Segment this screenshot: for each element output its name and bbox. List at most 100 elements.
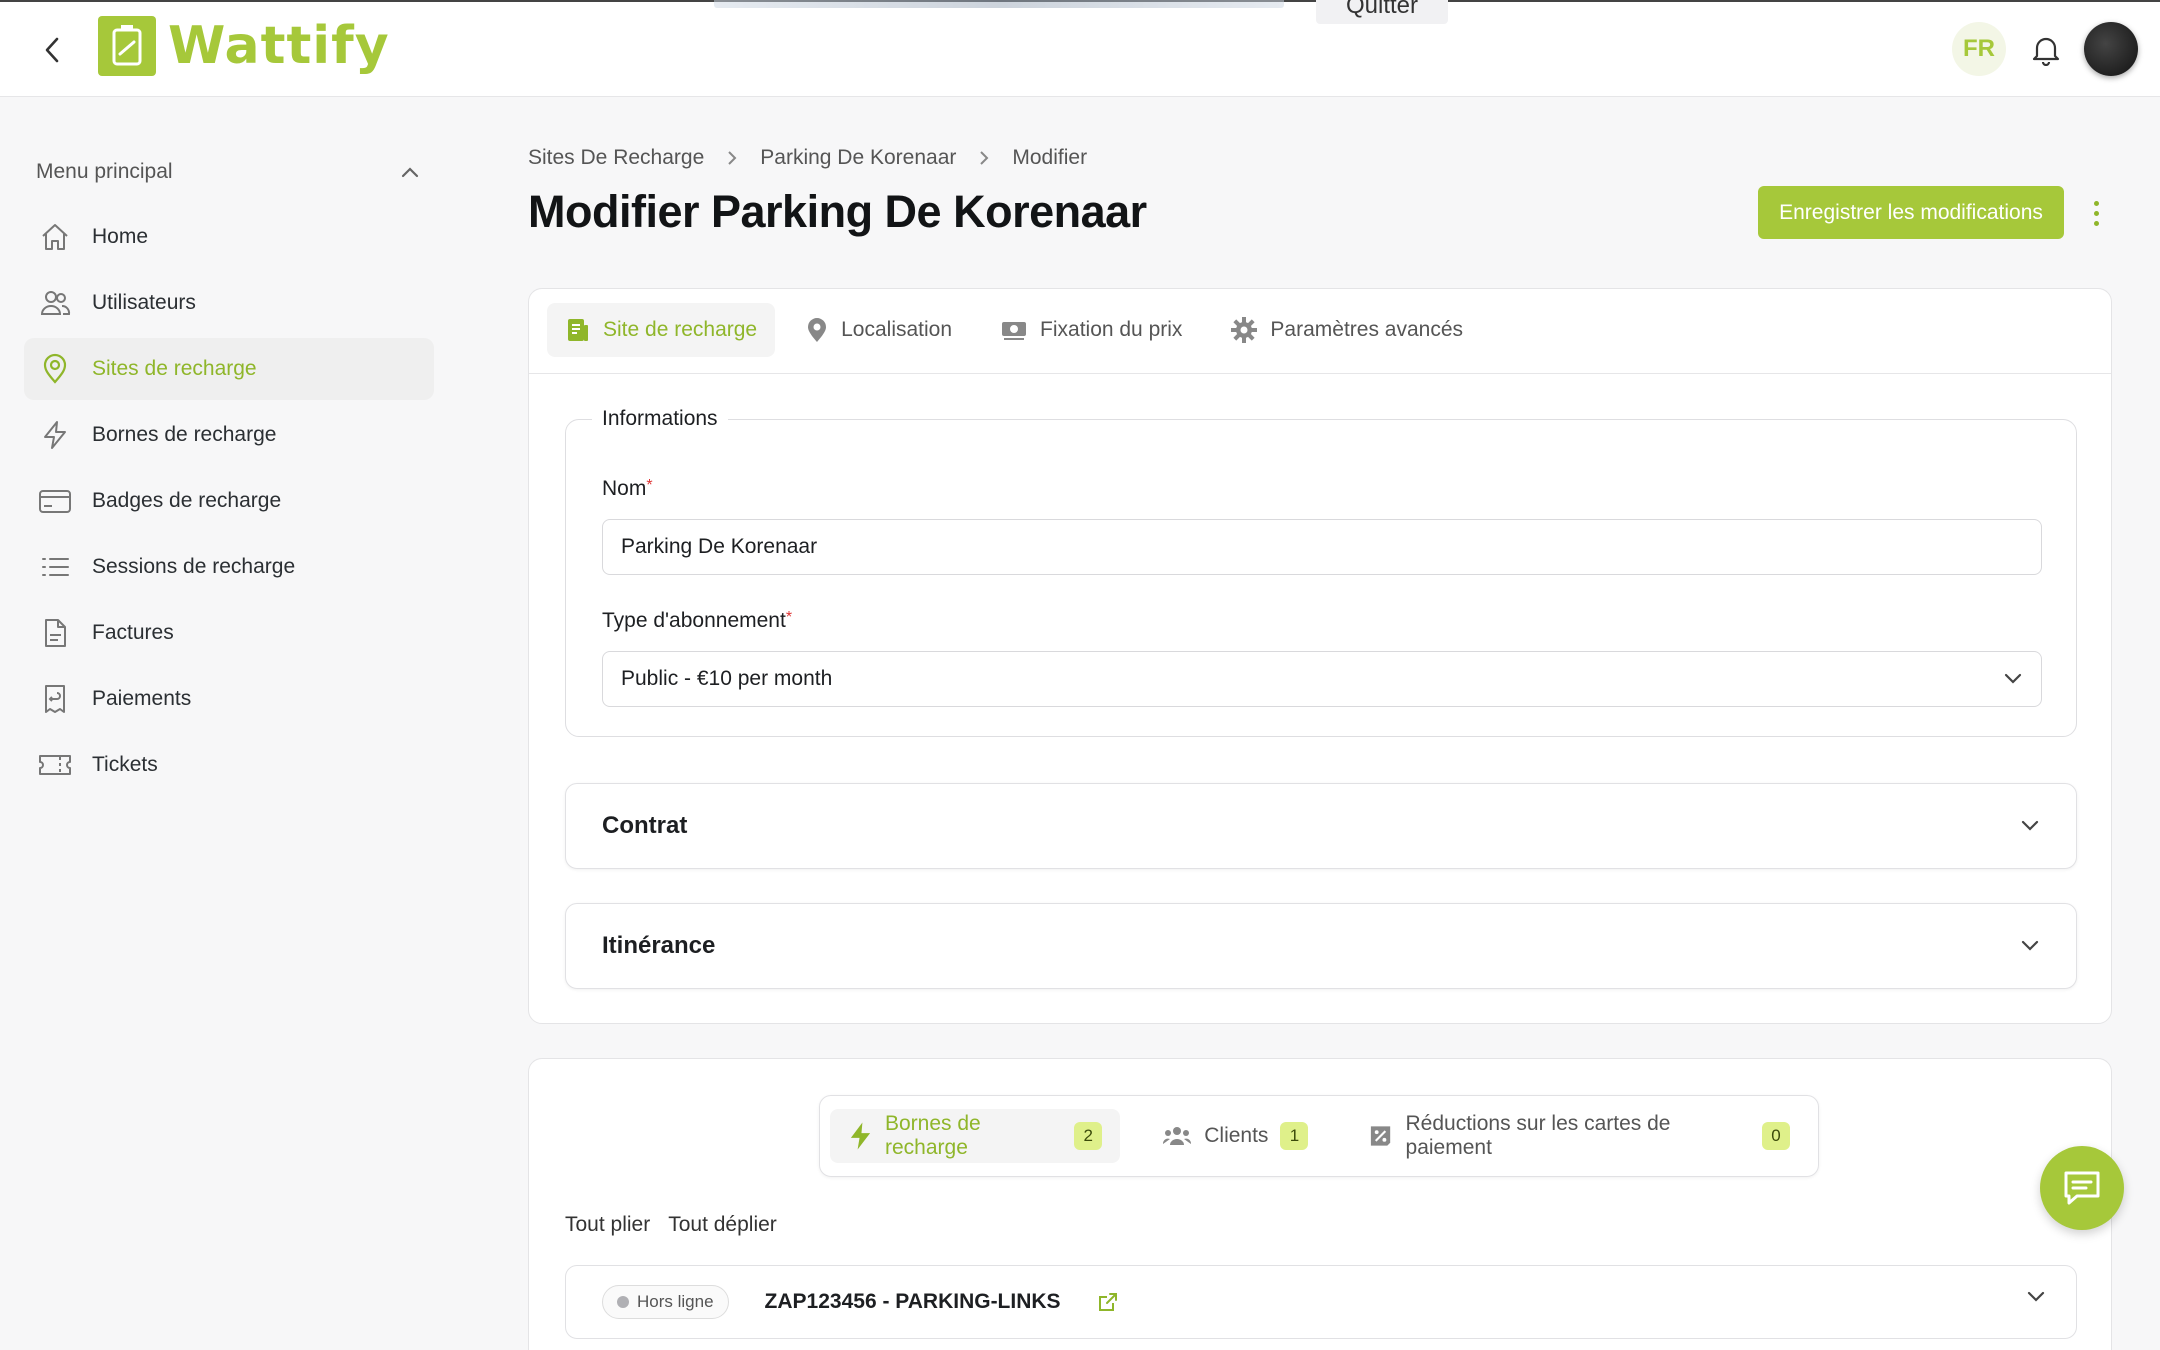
sub-tab-clients[interactable]: Clients 1 [1144, 1109, 1326, 1163]
sidebar-item-tickets[interactable]: Tickets [24, 734, 434, 796]
sidebar-item-charging-sites[interactable]: Sites de recharge [24, 338, 434, 400]
accordion-roaming[interactable]: Itinérance [565, 903, 2077, 989]
name-label-text: Nom [602, 477, 647, 500]
users-icon [1163, 1127, 1192, 1145]
sidebar-item-payments[interactable]: Paiements [24, 668, 434, 730]
station-row[interactable]: Hors ligne ZAP123456 - PARKING-LINKS [565, 1265, 2077, 1339]
save-changes-button[interactable]: Enregistrer les modifications [1758, 186, 2064, 239]
external-link-icon[interactable] [1097, 1291, 1119, 1313]
sidebar-item-charging-badges[interactable]: Badges de recharge [24, 470, 434, 532]
bell-icon [2032, 37, 2060, 66]
chevron-down-icon [2021, 820, 2039, 831]
card-icon [38, 484, 72, 518]
brand-logo[interactable]: Wattify [98, 16, 390, 76]
menu-title: Menu principal [36, 160, 173, 183]
more-options-button[interactable] [2084, 196, 2108, 230]
name-label: Nom* [602, 477, 653, 501]
collapse-all-link[interactable]: Tout plier [565, 1213, 650, 1237]
station-name: ZAP123456 - PARKING-LINKS [764, 1290, 1061, 1313]
subscription-select-value: Public - €10 per month [621, 667, 833, 690]
chevron-right-icon [980, 151, 989, 165]
list-icon [38, 550, 72, 584]
tab-bar: Site de recharge Localisation Fixation d… [547, 303, 1481, 357]
sidebar-item-label: Utilisateurs [92, 291, 196, 314]
expand-all-link[interactable]: Tout déplier [668, 1213, 777, 1237]
subscription-select[interactable]: Public - €10 per month [602, 651, 2042, 707]
sidebar-item-charging-stations[interactable]: Bornes de recharge [24, 404, 434, 466]
map-pin-icon [38, 352, 72, 386]
chevron-left-icon [45, 37, 59, 63]
required-mark: * [646, 477, 653, 494]
discount-icon [1371, 1126, 1391, 1146]
tab-advanced-settings[interactable]: Paramètres avancés [1212, 303, 1481, 357]
sidebar-item-home[interactable]: Home [24, 206, 434, 268]
tab-location[interactable]: Localisation [787, 303, 970, 357]
status-badge: Hors ligne [602, 1285, 729, 1319]
sub-tab-bar: Bornes de recharge 2 Clients 1 Réduction… [819, 1095, 1819, 1177]
sidebar-item-invoices[interactable]: Factures [24, 602, 434, 664]
sidebar-item-label: Sessions de recharge [92, 555, 296, 578]
tabs-divider [529, 373, 2111, 374]
document-icon [38, 616, 72, 650]
page-title: Modifier Parking De Korenaar [528, 186, 1147, 237]
ticket-icon [38, 748, 72, 782]
blurred-banner [714, 0, 1284, 8]
required-mark: * [785, 609, 793, 626]
top-bar: Wattify Quitter FR [0, 0, 2160, 97]
chat-button[interactable] [2040, 1146, 2124, 1230]
bolt-icon [38, 418, 72, 452]
breadcrumb-link-site[interactable]: Parking De Korenaar [760, 146, 956, 170]
home-icon [38, 220, 72, 254]
sidebar-item-charging-sessions[interactable]: Sessions de recharge [24, 536, 434, 598]
breadcrumb: Sites De Recharge Parking De Korenaar Mo… [528, 146, 1087, 170]
tab-label: Paramètres avancés [1270, 318, 1464, 341]
accordion-contract[interactable]: Contrat [565, 783, 2077, 869]
brand-name: Wattify [168, 16, 390, 76]
count-badge: 0 [1762, 1122, 1790, 1150]
count-badge: 2 [1074, 1122, 1103, 1150]
bolt-icon [850, 1122, 871, 1150]
count-badge: 1 [1280, 1122, 1309, 1150]
users-icon [38, 286, 72, 320]
chevron-down-icon[interactable] [2026, 1290, 2046, 1304]
accordion-title: Itinérance [602, 932, 716, 959]
sidebar-item-label: Tickets [92, 753, 158, 776]
site-edit-card: Site de recharge Localisation Fixation d… [528, 288, 2112, 1024]
user-avatar[interactable] [2084, 22, 2138, 76]
tab-pricing[interactable]: Fixation du prix [982, 303, 1200, 357]
breadcrumb-current: Modifier [1012, 146, 1088, 169]
notifications-button[interactable] [2026, 30, 2066, 70]
sub-tab-payment-card-discounts[interactable]: Réductions sur les cartes de paiement 0 [1350, 1109, 1808, 1163]
map-pin-icon [808, 318, 827, 342]
menu-header[interactable]: Menu principal [36, 160, 420, 184]
money-icon [1002, 322, 1027, 340]
receipt-icon [38, 682, 72, 716]
document-icon [568, 319, 588, 341]
sidebar-item-label: Badges de recharge [92, 489, 282, 512]
chat-icon [2064, 1171, 2100, 1205]
back-button[interactable] [34, 32, 70, 68]
chevron-up-icon [401, 167, 419, 178]
sub-tab-label: Clients [1204, 1124, 1269, 1147]
sidebar-item-label: Home [92, 225, 149, 248]
quit-button[interactable]: Quitter [1316, 0, 1448, 24]
language-switch[interactable]: FR [1952, 22, 2006, 76]
breadcrumb-link-sites[interactable]: Sites De Recharge [528, 146, 704, 170]
name-input[interactable]: Parking De Korenaar [602, 519, 2042, 575]
sidebar: Menu principal Home Utilisateurs Sites d… [0, 98, 450, 1350]
gear-icon [1231, 317, 1258, 343]
chevron-down-icon [2004, 673, 2022, 684]
name-input-value: Parking De Korenaar [621, 535, 818, 558]
tab-charging-site[interactable]: Site de recharge [547, 303, 776, 357]
sidebar-item-label: Sites de recharge [92, 357, 257, 380]
kebab-dot [2093, 220, 2099, 226]
section-legend: Informations [602, 407, 718, 430]
sub-tab-label: Bornes de recharge [884, 1112, 981, 1159]
status-text: Hors ligne [637, 1292, 714, 1311]
sidebar-item-label: Bornes de recharge [92, 423, 277, 446]
sidebar-item-users[interactable]: Utilisateurs [24, 272, 434, 334]
sub-tab-charging-stations[interactable]: Bornes de recharge 2 [830, 1109, 1121, 1163]
battery-icon [98, 16, 156, 76]
sidebar-item-label: Factures [92, 621, 174, 644]
status-dot [617, 1296, 629, 1308]
